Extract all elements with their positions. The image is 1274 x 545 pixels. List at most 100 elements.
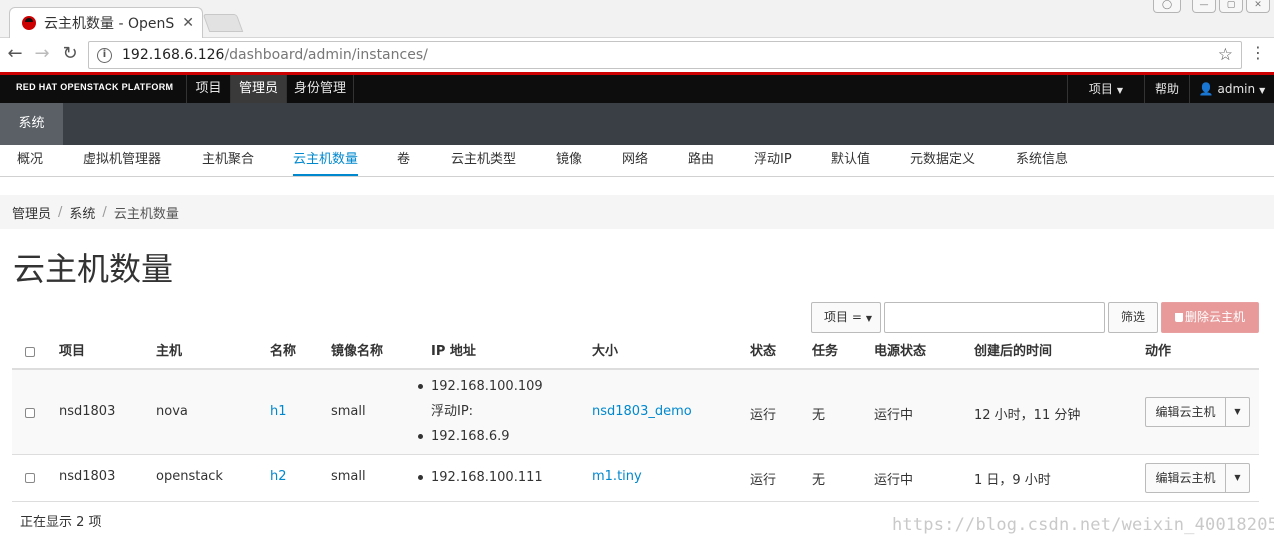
bookmark-star-icon[interactable]: ☆ [1218, 45, 1233, 65]
bullet-icon [418, 434, 423, 439]
close-tab-icon[interactable]: ✕ [182, 15, 194, 31]
tab-defaults[interactable]: 默认值 [831, 145, 870, 176]
column-header-age[interactable]: 创建后的时间 [974, 335, 1052, 368]
ip-address-list: 192.168.100.109 浮动IP: 192.168.6.9 [418, 374, 543, 449]
cell-task: 无 [812, 473, 826, 488]
column-header-host[interactable]: 主机 [156, 335, 182, 368]
secnav-item-system[interactable]: 系统 [0, 103, 63, 145]
breadcrumb-separator: / [58, 204, 63, 220]
tab-routers[interactable]: 路由 [688, 145, 714, 176]
cell-image: small [331, 469, 366, 484]
ip-address-item: 192.168.6.9 [418, 424, 543, 449]
delete-instances-button[interactable]: 删除云主机 [1161, 302, 1259, 333]
flavor-link[interactable]: m1.tiny [592, 469, 642, 484]
info-icon[interactable]: i [97, 47, 112, 63]
column-header-power-state[interactable]: 电源状态 [874, 335, 926, 368]
flavor-link[interactable]: nsd1803_demo [592, 404, 692, 419]
actions-dropdown-caret-icon[interactable]: ▼ [1225, 463, 1250, 493]
filter-field-label: 项目 = [824, 310, 862, 324]
ip-address-list: 192.168.100.111 [418, 465, 543, 490]
secondary-navbar: 系统 [0, 103, 1274, 145]
bullet-icon [418, 475, 423, 480]
browser-tab[interactable]: 云主机数量 - OpenS ✕ [9, 7, 203, 38]
maximize-icon[interactable]: ▢ [1219, 0, 1243, 13]
tab-floating-ips[interactable]: 浮动IP [754, 145, 792, 176]
user-name: admin [1217, 82, 1256, 96]
edit-instance-button[interactable]: 编辑云主机 [1145, 463, 1226, 493]
nav-item-project[interactable]: 项目 [186, 75, 230, 103]
filter-input[interactable] [884, 302, 1105, 333]
breadcrumb: 管理员 / 系统 / 云主机数量 [0, 195, 1274, 229]
cell-host: nova [156, 404, 188, 419]
edit-instance-button[interactable]: 编辑云主机 [1145, 397, 1226, 427]
ip-address: 192.168.100.111 [431, 470, 543, 485]
row-checkbox[interactable] [25, 473, 35, 483]
column-header-name[interactable]: 名称 [270, 335, 296, 368]
cell-host: openstack [156, 469, 223, 484]
table-row: nsd1803 openstack h2 small 192.168.100.1… [12, 455, 1259, 502]
brand-logo[interactable]: RED HAT OPENSTACK PLATFORM [16, 82, 173, 92]
nav-item-identity[interactable]: 身份管理 [286, 75, 354, 103]
browser-tab-bar: 云主机数量 - OpenS ✕ ◯ — ▢ ✕ [0, 0, 1274, 38]
back-arrow-icon[interactable]: ← [3, 43, 27, 65]
tab-metadata-definitions[interactable]: 元数据定义 [910, 145, 975, 176]
trash-icon [1174, 313, 1183, 322]
nav-item-admin[interactable]: 管理员 [230, 75, 286, 103]
column-header-image[interactable]: 镜像名称 [331, 335, 383, 368]
bullet-icon [418, 384, 423, 389]
filter-field-select[interactable]: 项目 = ▼ [811, 302, 881, 333]
project-dropdown[interactable]: 项目 ▼ [1067, 75, 1144, 103]
actions-dropdown-caret-icon[interactable]: ▼ [1225, 397, 1250, 427]
ip-address-item: 192.168.100.111 [418, 465, 543, 490]
tab-system-info[interactable]: 系统信息 [1016, 145, 1068, 176]
tab-overview[interactable]: 概况 [17, 145, 43, 176]
tab-hypervisors[interactable]: 虚拟机管理器 [83, 145, 161, 176]
new-tab-button[interactable] [202, 14, 244, 32]
breadcrumb-current: 云主机数量 [113, 206, 179, 222]
instance-name-link[interactable]: h1 [270, 404, 287, 419]
column-header-status[interactable]: 状态 [750, 335, 776, 368]
browser-menu-icon[interactable]: ⋮ [1250, 43, 1266, 63]
column-header-project[interactable]: 项目 [59, 335, 85, 368]
cell-status: 运行 [750, 408, 777, 423]
tab-flavors[interactable]: 云主机类型 [451, 145, 516, 176]
reload-icon[interactable]: ↻ [58, 43, 82, 65]
cell-power-state: 运行中 [874, 408, 914, 423]
floating-ip-label: 浮动IP: [431, 404, 474, 419]
url-path: /dashboard/admin/instances/ [224, 47, 428, 63]
close-window-icon[interactable]: ✕ [1246, 0, 1270, 13]
help-link[interactable]: 帮助 [1144, 75, 1189, 103]
tab-images[interactable]: 镜像 [556, 145, 582, 176]
cell-project: nsd1803 [59, 404, 116, 419]
select-all-checkbox[interactable] [25, 347, 35, 357]
instance-name-link[interactable]: h2 [270, 469, 287, 484]
column-header-size[interactable]: 大小 [592, 335, 618, 368]
window-controls: ◯ — ▢ ✕ [1153, 0, 1270, 13]
breadcrumb-separator: / [102, 204, 107, 220]
project-dropdown-label: 项目 [1088, 82, 1113, 96]
url-bar[interactable]: i 192.168.6.126/dashboard/admin/instance… [88, 41, 1242, 69]
profile-icon[interactable]: ◯ [1153, 0, 1181, 13]
browser-tab-title: 云主机数量 - OpenS [44, 16, 175, 32]
cell-project: nsd1803 [59, 469, 116, 484]
redhat-favicon-icon [22, 16, 36, 30]
forward-arrow-icon[interactable]: → [30, 43, 54, 65]
user-menu[interactable]: 👤 admin ▼ [1189, 75, 1274, 103]
cell-age: 1 日，9 小时 [974, 473, 1051, 488]
filter-button[interactable]: 筛选 [1108, 302, 1158, 333]
row-checkbox[interactable] [25, 408, 35, 418]
breadcrumb-system[interactable]: 系统 [69, 203, 95, 222]
address-toolbar: ← → ↻ i 192.168.6.126/dashboard/admin/in… [0, 38, 1274, 72]
tab-volumes[interactable]: 卷 [397, 145, 410, 176]
tab-host-aggregates[interactable]: 主机聚合 [202, 145, 254, 176]
ip-address: 192.168.100.109 [431, 379, 543, 394]
minimize-icon[interactable]: — [1192, 0, 1216, 13]
column-header-task[interactable]: 任务 [812, 335, 838, 368]
column-header-ip[interactable]: IP 地址 [431, 335, 476, 368]
breadcrumb-admin[interactable]: 管理员 [12, 203, 51, 222]
tab-instances[interactable]: 云主机数量 [293, 145, 359, 176]
page-title: 云主机数量 [13, 250, 174, 288]
tab-networks[interactable]: 网络 [622, 145, 648, 176]
chevron-down-icon: ▼ [1116, 86, 1124, 95]
url-text[interactable]: 192.168.6.126/dashboard/admin/instances/ [122, 47, 428, 63]
